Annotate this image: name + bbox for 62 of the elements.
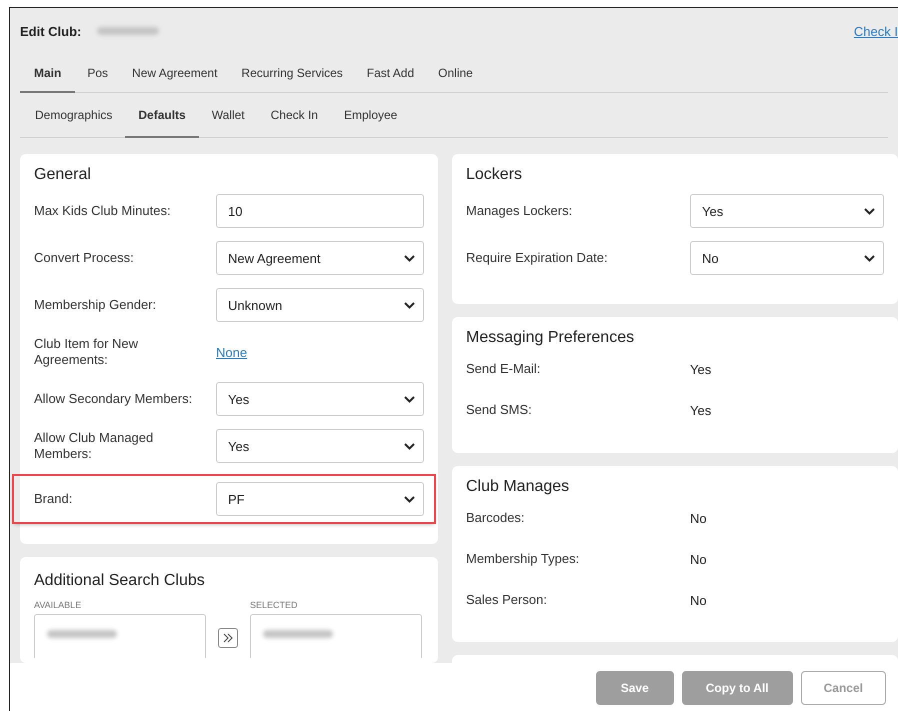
section-title: Lockers xyxy=(466,166,524,184)
field-label: Brand: xyxy=(34,491,74,507)
tab[interactable]: Recurring Services xyxy=(229,54,355,93)
section-title: General xyxy=(34,166,92,184)
section-title: Club Manages xyxy=(466,478,570,496)
section-title: Messaging Preferences xyxy=(466,329,636,347)
field-label: Barcodes: xyxy=(466,510,526,526)
input-field[interactable]: 10 xyxy=(216,194,424,228)
redacted-text xyxy=(47,630,117,638)
dropdown[interactable]: PF xyxy=(216,482,424,516)
field-value: Yes xyxy=(690,402,712,418)
field-label: Send E-Mail: xyxy=(466,361,542,377)
chevron-down-icon xyxy=(404,396,415,402)
chevron-down-icon xyxy=(404,254,415,262)
check-in-link[interactable]: Check I xyxy=(854,24,898,38)
chevron-down-icon xyxy=(404,442,415,450)
field-value: No xyxy=(690,552,707,566)
list-caption: SELECTED xyxy=(250,600,299,610)
field-label: Sales Person: xyxy=(466,592,548,608)
section-title: Additional Search Clubs xyxy=(34,572,206,590)
field-label: Max Kids Club Minutes: xyxy=(34,203,172,219)
field-value: No xyxy=(690,592,707,608)
field-label: Membership Types: xyxy=(466,551,580,567)
dropdown[interactable]: Yes xyxy=(216,429,424,463)
tab[interactable]: Wallet xyxy=(198,93,258,138)
field-label: Send SMS: xyxy=(466,402,533,418)
tab[interactable]: Main xyxy=(20,54,76,93)
chevron-down-icon xyxy=(404,302,415,308)
tab[interactable]: Online xyxy=(426,54,485,93)
tab[interactable]: New Agreement xyxy=(120,54,230,93)
field-label: Convert Process: xyxy=(34,250,135,266)
tab[interactable]: Defaults xyxy=(125,93,199,138)
tab[interactable]: Check In xyxy=(258,93,331,138)
list-caption: AVAILABLE xyxy=(34,600,82,610)
tab[interactable]: Pos xyxy=(75,54,120,93)
field-label: Allow Secondary Members: xyxy=(34,391,194,407)
dropdown[interactable]: Yes xyxy=(690,194,884,228)
field-label: Manages Lockers: xyxy=(466,203,574,219)
tab[interactable]: Fast Add xyxy=(354,54,426,93)
list-box[interactable] xyxy=(250,614,422,658)
list-box[interactable] xyxy=(34,614,206,658)
chevron-down-icon xyxy=(864,254,875,262)
value-link[interactable]: None xyxy=(216,344,248,360)
field-label: Require Expiration Date: xyxy=(466,250,609,266)
move-right-button[interactable] xyxy=(218,628,238,648)
field-label: Club Item for New Agreements: xyxy=(34,336,140,368)
field-value: Yes xyxy=(690,362,712,376)
dropdown[interactable]: Unknown xyxy=(216,288,424,322)
dropdown[interactable]: No xyxy=(690,241,884,275)
chevron-down-icon xyxy=(404,496,415,502)
field-label: Membership Gender: xyxy=(34,297,158,313)
chevron-down-icon xyxy=(864,208,875,214)
tab[interactable]: Employee xyxy=(330,93,410,138)
field-label: Allow Club Managed Members: xyxy=(34,430,154,462)
page-title: Edit Club: xyxy=(20,24,82,38)
double-chevron-icon xyxy=(223,633,233,643)
redacted-text xyxy=(97,27,160,35)
field-value: No xyxy=(690,510,707,526)
redacted-text xyxy=(263,630,333,638)
dropdown[interactable]: Yes xyxy=(216,382,424,416)
tab[interactable]: Demographics xyxy=(22,93,126,138)
dropdown[interactable]: New Agreement xyxy=(216,241,424,275)
